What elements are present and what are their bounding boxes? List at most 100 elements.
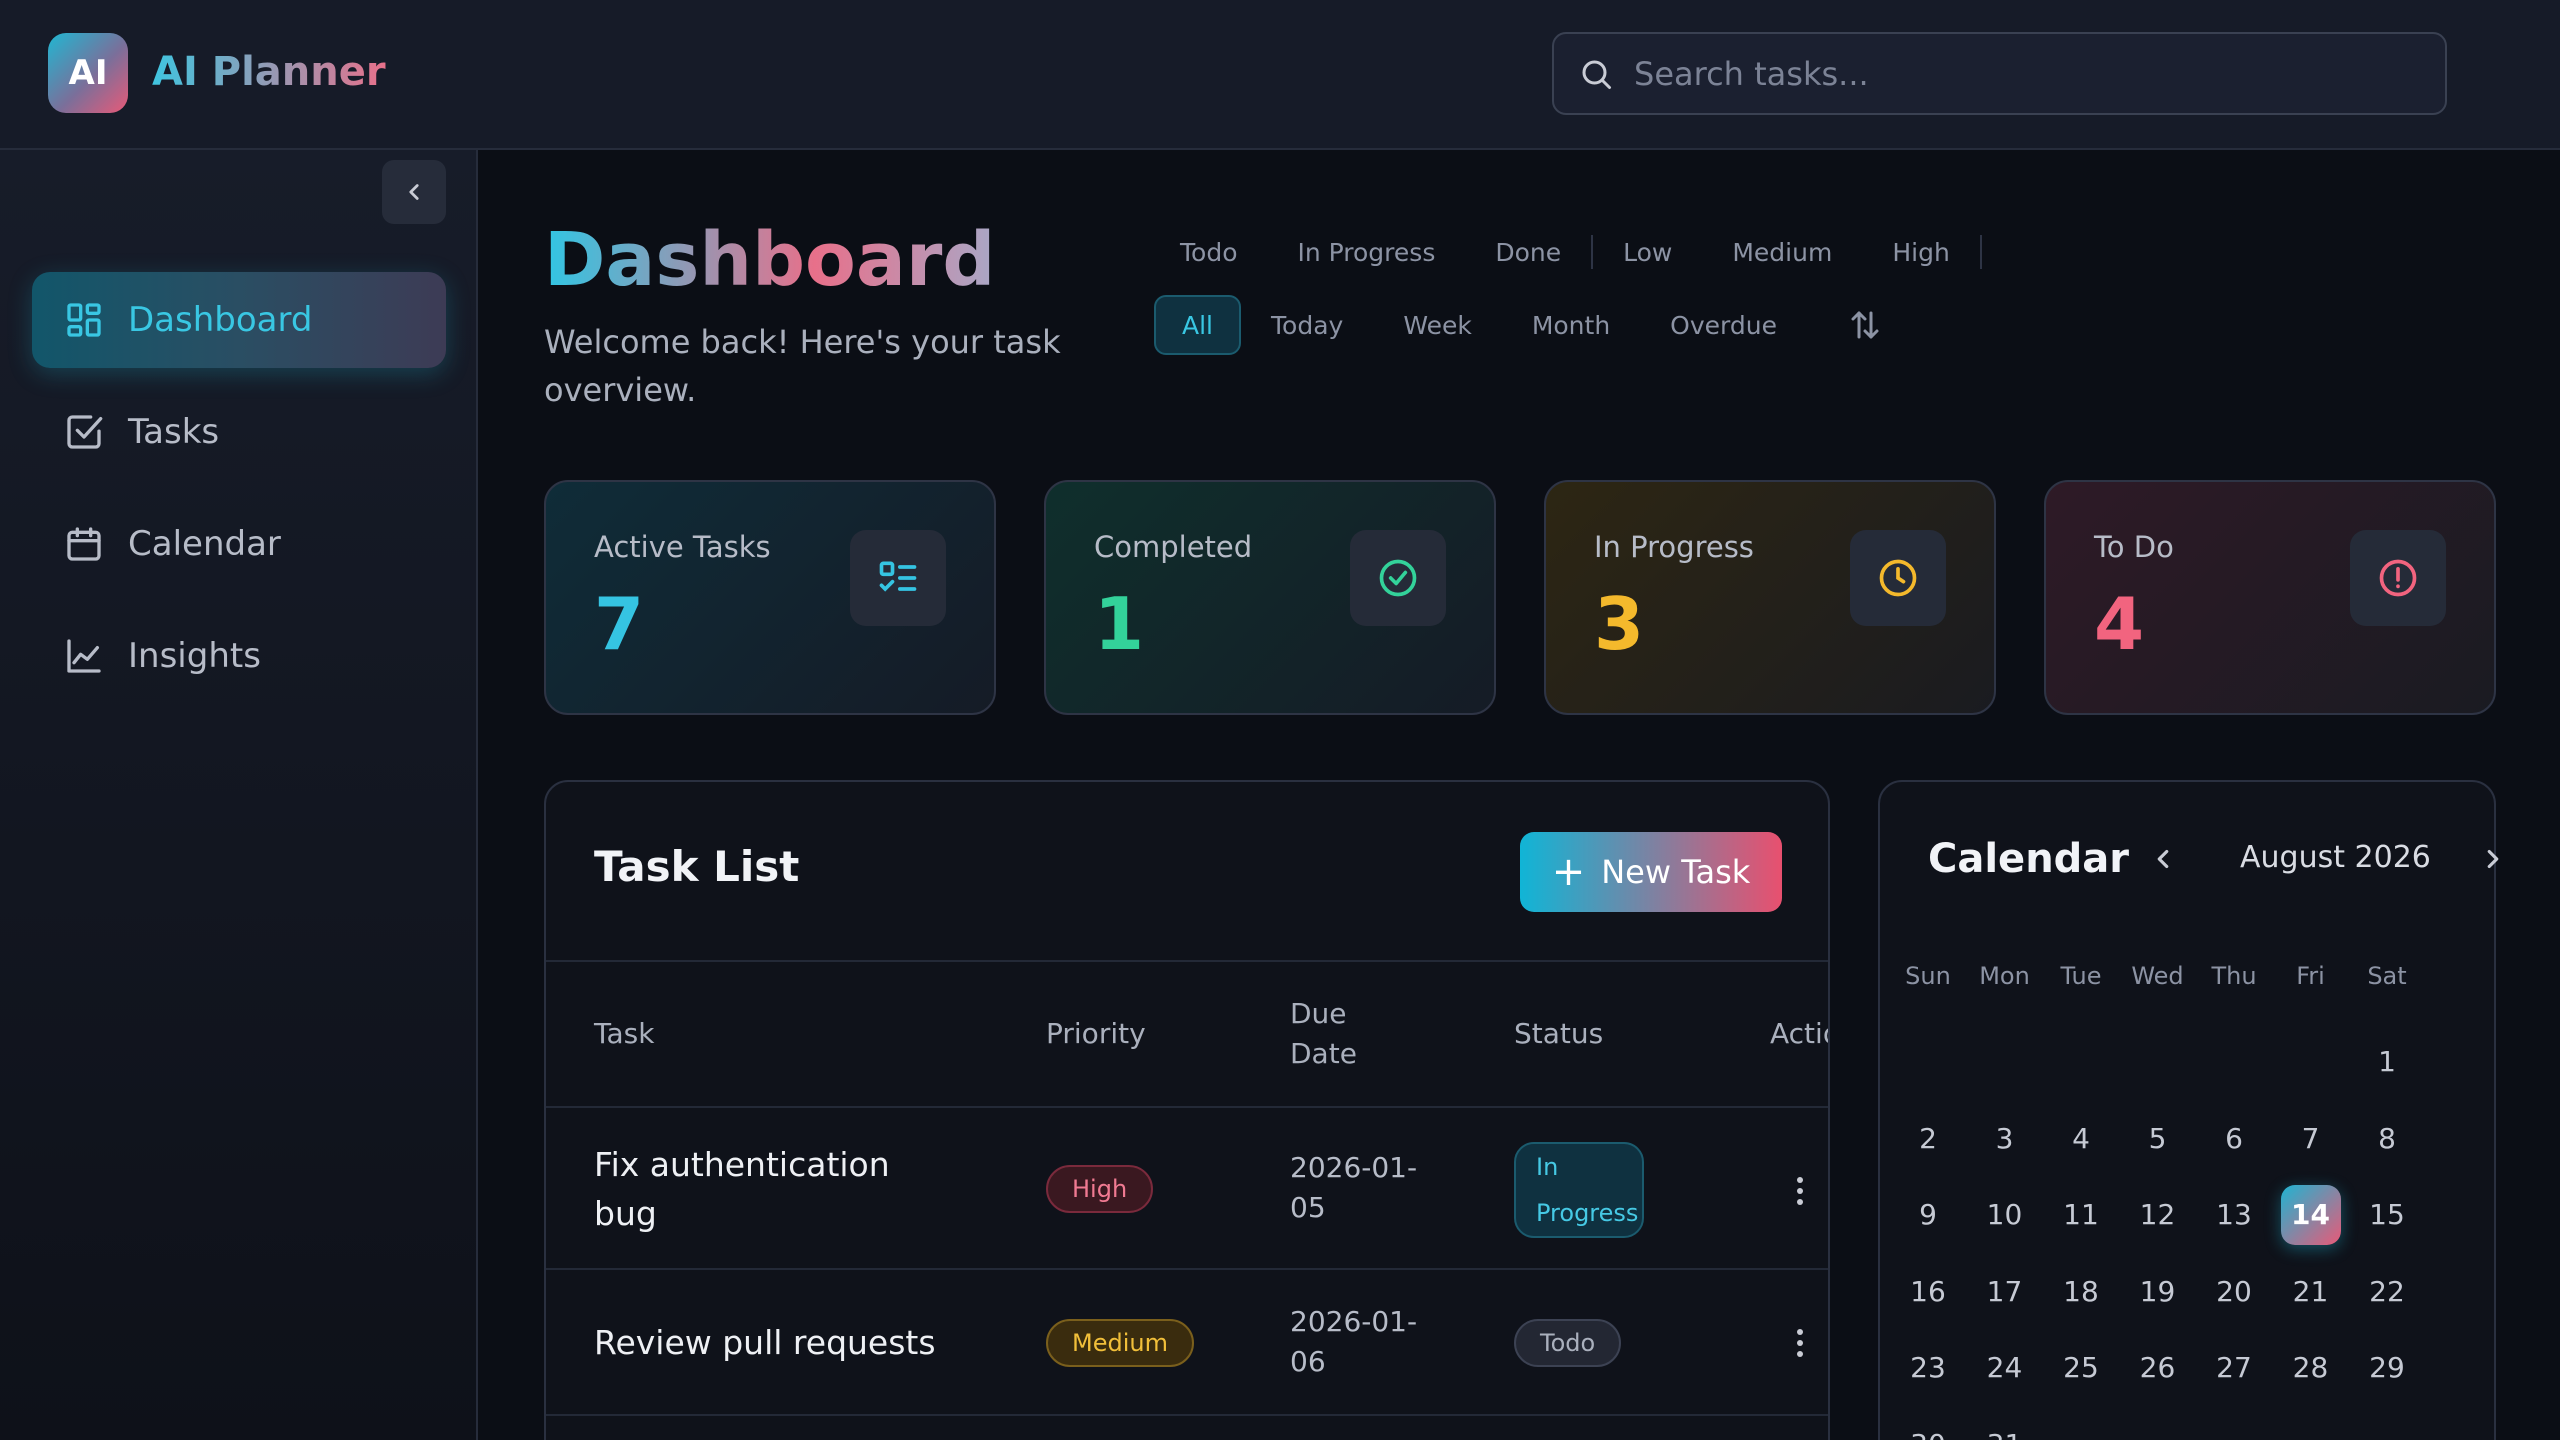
sidebar-item-label: Insights [128, 636, 261, 676]
column-header-actions[interactable]: Actions [1770, 1014, 1828, 1054]
stat-label: To Do [2094, 530, 2174, 564]
task-list-panel: Task List + New Task Task Priority Due D… [544, 780, 1830, 1440]
filter-status-done[interactable]: Done [1465, 222, 1591, 282]
calendar-day[interactable]: 24 [1967, 1338, 2043, 1398]
stat-card-active[interactable]: Active Tasks 7 [544, 480, 996, 715]
calendar-day[interactable]: 28 [2273, 1338, 2349, 1398]
sidebar-item-calendar[interactable]: Calendar [32, 496, 446, 592]
sort-icon[interactable] [1847, 307, 1883, 343]
status-text: In Progress [1536, 1153, 1639, 1227]
calendar-day[interactable]: 12 [2120, 1185, 2196, 1245]
calendar-day[interactable]: 19 [2120, 1262, 2196, 1322]
calendar-day[interactable]: 23 [1890, 1338, 1966, 1398]
calendar-day[interactable]: 22 [2349, 1262, 2425, 1322]
weekday-label: Wed [2131, 962, 2184, 990]
stat-value: 7 [594, 582, 645, 666]
calendar-day[interactable]: 1 [2349, 1032, 2425, 1092]
chevron-left-icon [409, 184, 419, 200]
calendar-day[interactable]: 3 [1967, 1109, 2043, 1169]
calendar-day[interactable]: 31 [1967, 1415, 2043, 1440]
calendar-day[interactable]: 7 [2273, 1109, 2349, 1169]
more-actions-icon[interactable] [1796, 1328, 1804, 1358]
app-logo[interactable]: AI [48, 33, 128, 113]
calendar-day[interactable]: 18 [2043, 1262, 2119, 1322]
calendar-day[interactable]: 26 [2120, 1338, 2196, 1398]
calendar-day[interactable]: 21 [2273, 1262, 2349, 1322]
date-range-filters: All Today Week Month Overdue [1154, 295, 1883, 355]
sidebar-item-insights[interactable]: Insights [32, 608, 446, 704]
calendar-day[interactable]: 5 [2120, 1109, 2196, 1169]
top-header: AI AI Planner [0, 0, 2560, 150]
column-header-task[interactable]: Task [594, 1014, 654, 1054]
calendar-day[interactable]: 9 [1890, 1185, 1966, 1245]
sidebar-item-label: Dashboard [128, 300, 313, 340]
filter-range-month[interactable]: Month [1502, 295, 1640, 355]
sidebar-item-tasks[interactable]: Tasks [32, 384, 446, 480]
filter-status-in-progress[interactable]: In Progress [1267, 222, 1465, 282]
filter-range-all[interactable]: All [1154, 295, 1241, 355]
calendar-day[interactable]: 13 [2196, 1185, 2272, 1245]
calendar-day[interactable]: 29 [2349, 1338, 2425, 1398]
filter-range-week[interactable]: Week [1373, 295, 1502, 355]
calendar-day-today[interactable]: 14 [2280, 1185, 2341, 1245]
checkbox-icon [67, 415, 103, 449]
status-badge: Todo [1514, 1319, 1622, 1367]
column-header-due-date[interactable]: Due Date [1290, 994, 1410, 1074]
page-title: Dashboard [544, 217, 996, 303]
calendar-day[interactable]: 11 [2043, 1185, 2119, 1245]
table-row[interactable]: Review pull requests Medium 2026-01-06 T… [546, 1270, 1828, 1416]
search-box[interactable] [1552, 32, 2447, 115]
app-title[interactable]: AI Planner [152, 44, 386, 100]
chart-line-icon [67, 639, 101, 673]
calendar-day[interactable]: 6 [2196, 1109, 2272, 1169]
sidebar-item-label: Calendar [128, 524, 281, 564]
prev-month-icon[interactable] [2148, 844, 2178, 874]
status-priority-filters: Todo In Progress Done Low Medium High [1150, 222, 1982, 282]
priority-badge: High [1046, 1165, 1154, 1213]
filter-priority-high[interactable]: High [1862, 222, 1979, 282]
calendar-day[interactable]: 16 [1890, 1262, 1966, 1322]
filter-priority-low[interactable]: Low [1593, 222, 1702, 282]
new-task-button[interactable]: + New Task [1520, 832, 1782, 912]
filter-priority-medium[interactable]: Medium [1702, 222, 1862, 282]
list-icon [850, 530, 946, 626]
column-header-priority[interactable]: Priority [1046, 1014, 1146, 1054]
filter-status-todo[interactable]: Todo [1150, 222, 1267, 282]
stat-label: Completed [1094, 530, 1253, 564]
stat-value: 4 [2094, 582, 2145, 666]
calendar-day[interactable]: 8 [2349, 1109, 2425, 1169]
weekday-label: Tue [2060, 962, 2102, 990]
calendar-day[interactable]: 2 [1890, 1109, 1966, 1169]
calendar-day[interactable]: 30 [1890, 1415, 1966, 1440]
calendar-title: Calendar [1928, 836, 2130, 882]
search-input[interactable] [1634, 54, 2414, 93]
filter-range-overdue[interactable]: Overdue [1640, 295, 1807, 355]
calendar-day[interactable]: 17 [1967, 1262, 2043, 1322]
next-month-icon[interactable] [2478, 844, 2508, 874]
table-header: Task Priority Due Date Status Actions [546, 960, 1828, 1108]
calendar-day[interactable]: 4 [2043, 1109, 2119, 1169]
logo-text: AI [68, 53, 108, 93]
calendar-day[interactable]: 27 [2196, 1338, 2272, 1398]
task-name[interactable]: Review pull requests [594, 1318, 936, 1367]
more-actions-icon[interactable] [1796, 1176, 1804, 1206]
column-header-status[interactable]: Status [1514, 1014, 1603, 1054]
stat-card-completed[interactable]: Completed 1 [1044, 480, 1496, 715]
calendar-icon [67, 527, 101, 561]
table-row[interactable]: Fix authentication bug High 2026-01-05 I… [546, 1108, 1828, 1270]
sidebar-item-label: Tasks [128, 412, 220, 452]
calendar-day[interactable]: 10 [1967, 1185, 2043, 1245]
calendar-day[interactable]: 20 [2196, 1262, 2272, 1322]
calendar-month-label: August 2026 [2240, 840, 2431, 875]
stat-card-in-progress[interactable]: In Progress 3 [1544, 480, 1996, 715]
task-list-title: Task List [594, 842, 800, 891]
collapse-sidebar-button[interactable] [382, 160, 446, 224]
stat-card-todo[interactable]: To Do 4 [2044, 480, 2496, 715]
calendar-day[interactable]: 15 [2349, 1185, 2425, 1245]
calendar-day[interactable]: 25 [2043, 1338, 2119, 1398]
task-name[interactable]: Fix authentication bug [594, 1140, 934, 1238]
stat-label: In Progress [1594, 530, 1754, 564]
filter-range-today[interactable]: Today [1241, 295, 1373, 355]
stat-value: 3 [1594, 582, 1645, 666]
sidebar-item-dashboard[interactable]: Dashboard [32, 272, 446, 368]
